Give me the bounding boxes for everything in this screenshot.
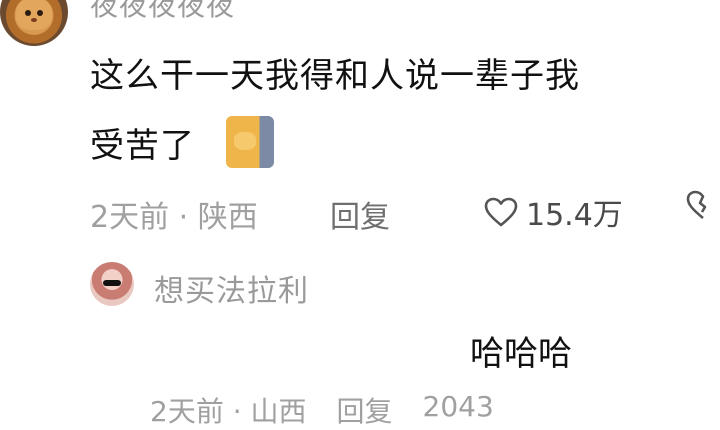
reply-meta-row: 2天前 · 山西 回复 2043 bbox=[150, 390, 494, 430]
reply-time-location: 2天前 · 山西 bbox=[150, 395, 307, 428]
broken-heart-icon bbox=[686, 190, 707, 220]
comment-text-line2: 受苦了 bbox=[90, 126, 195, 166]
reply-button[interactable]: 回复 bbox=[330, 192, 390, 236]
dislike-button[interactable] bbox=[686, 190, 720, 224]
cat-nose bbox=[31, 18, 37, 22]
comment-text-line1: 这么干一天我得和人说一辈子我 bbox=[90, 56, 580, 96]
commenter-avatar[interactable] bbox=[0, 0, 68, 46]
like-count: 15.4万 bbox=[526, 198, 623, 233]
cat-emoji-sticker bbox=[226, 116, 274, 168]
cat-face-image bbox=[16, 0, 52, 30]
comment-time-location: 2天前 · 陕西 bbox=[90, 200, 258, 235]
reply-like-count[interactable]: 2043 bbox=[423, 390, 494, 430]
reply-user-avatar[interactable] bbox=[90, 262, 134, 306]
reply-reply-button[interactable]: 回复 bbox=[337, 390, 393, 430]
reply-text: 哈哈哈 bbox=[470, 334, 572, 374]
reply-username[interactable]: 想买法拉利 bbox=[154, 266, 309, 310]
commenter-username[interactable]: 夜夜夜夜夜 bbox=[90, 0, 235, 24]
like-button[interactable]: 15.4万 bbox=[484, 190, 623, 234]
heart-outline-icon bbox=[484, 197, 518, 227]
